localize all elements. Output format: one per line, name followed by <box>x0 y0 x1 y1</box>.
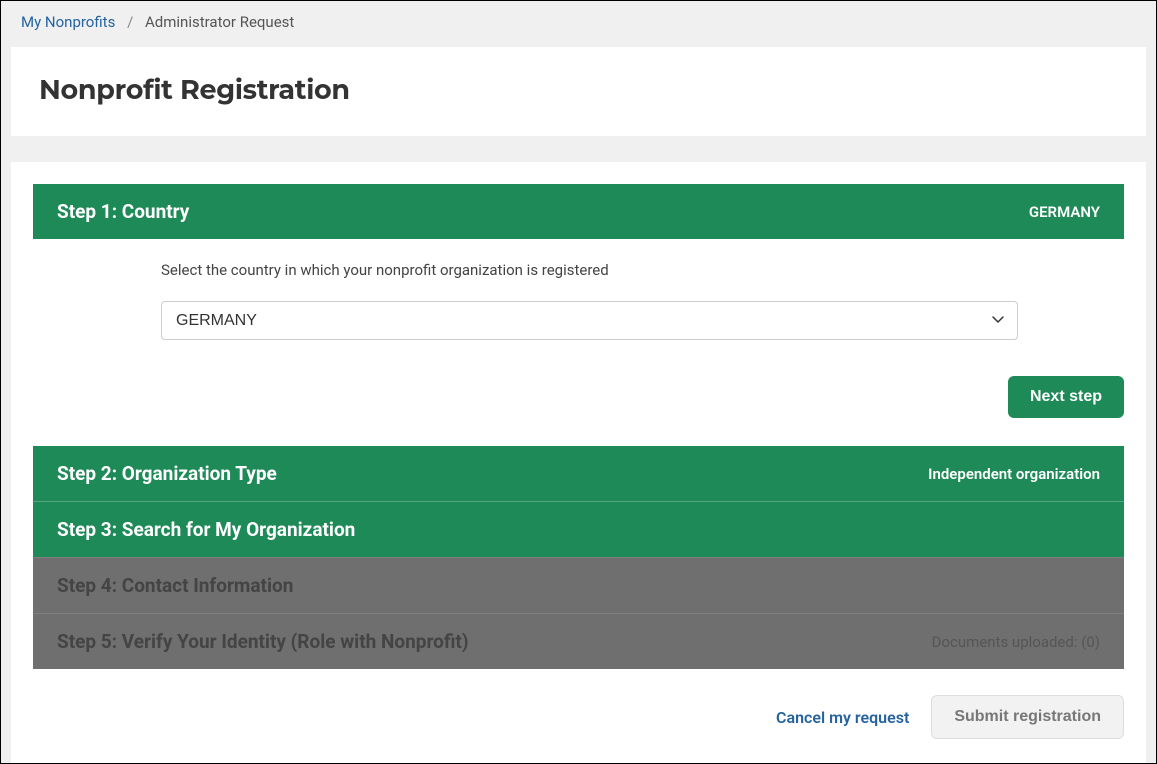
step-1-description: Select the country in which your nonprof… <box>33 261 1124 279</box>
title-card: Nonprofit Registration <box>11 47 1146 136</box>
step-1-title: Step 1: Country <box>57 200 189 223</box>
breadcrumb-separator: / <box>127 13 133 31</box>
step-2-summary: Independent organization <box>928 465 1100 483</box>
breadcrumb: My Nonprofits / Administrator Request <box>1 1 1156 43</box>
step-4-title: Step 4: Contact Information <box>57 574 293 597</box>
step-1-body: Select the country in which your nonprof… <box>33 239 1124 358</box>
footer-actions: Cancel my request Submit registration <box>11 669 1146 739</box>
country-select-wrap: GERMANY <box>161 301 1018 340</box>
country-select[interactable]: GERMANY <box>161 301 1018 340</box>
breadcrumb-root-link[interactable]: My Nonprofits <box>21 13 115 31</box>
step-4-header: Step 4: Contact Information <box>33 557 1124 613</box>
step-5-header: Step 5: Verify Your Identity (Role with … <box>33 613 1124 669</box>
breadcrumb-current: Administrator Request <box>145 13 294 31</box>
step-1-summary: GERMANY <box>1029 203 1100 221</box>
remaining-steps: Step 2: Organization Type Independent or… <box>33 446 1124 669</box>
submit-registration-button: Submit registration <box>931 695 1124 739</box>
step-1-header[interactable]: Step 1: Country GERMANY <box>33 184 1124 239</box>
step-5-title: Step 5: Verify Your Identity (Role with … <box>57 630 469 653</box>
page-title: Nonprofit Registration <box>39 73 1118 106</box>
next-step-button[interactable]: Next step <box>1008 376 1124 418</box>
step-3-title: Step 3: Search for My Organization <box>57 518 355 541</box>
step-5-summary: Documents uploaded: (0) <box>932 633 1100 651</box>
step-3-header[interactable]: Step 3: Search for My Organization <box>33 501 1124 557</box>
wizard-card: Step 1: Country GERMANY Select the count… <box>11 162 1146 763</box>
step-2-header[interactable]: Step 2: Organization Type Independent or… <box>33 446 1124 501</box>
step-2-title: Step 2: Organization Type <box>57 462 277 485</box>
cancel-request-link[interactable]: Cancel my request <box>776 708 909 727</box>
step-1-actions: Next step <box>11 358 1146 418</box>
